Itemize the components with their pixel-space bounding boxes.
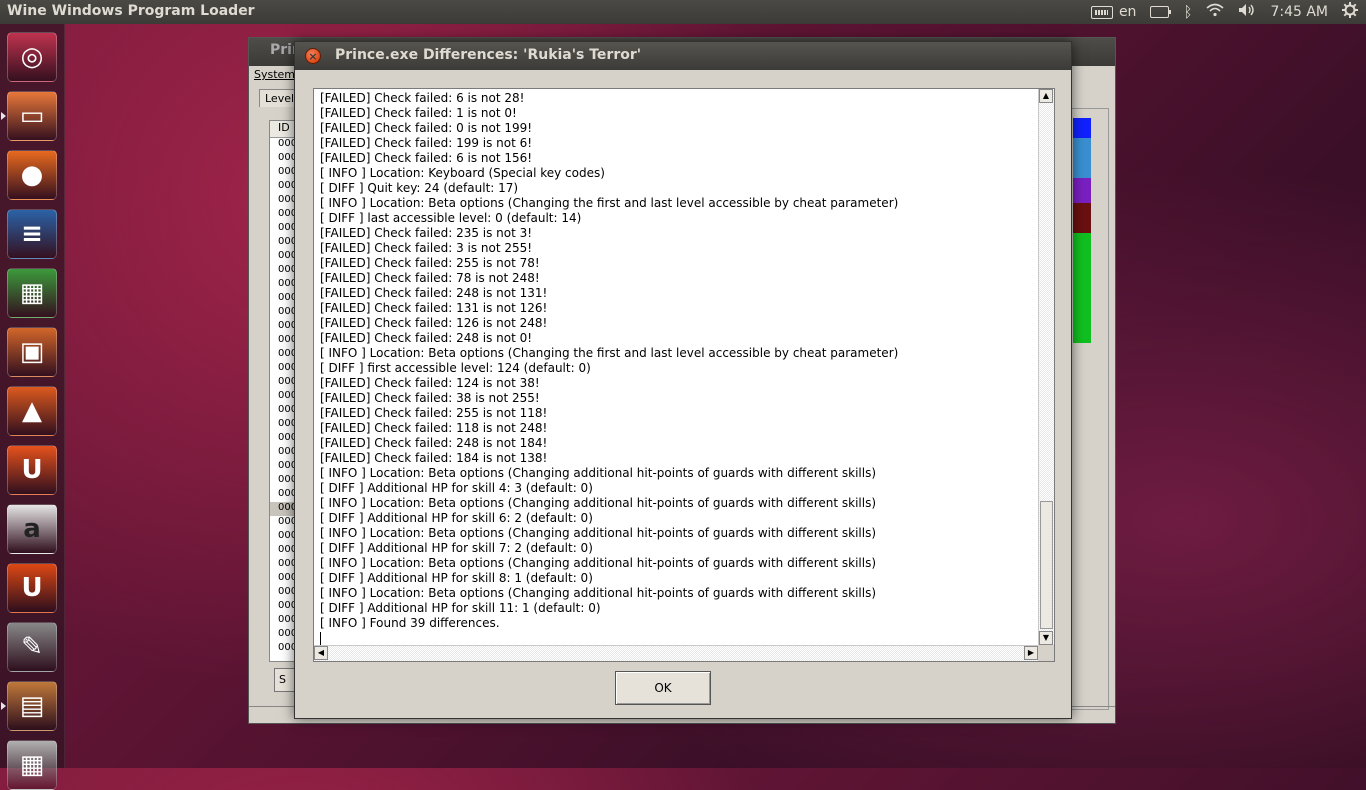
- launcher-item-system-settings[interactable]: ✎: [7, 622, 57, 672]
- music-icon: U: [21, 573, 43, 603]
- log-line: [FAILED] Check failed: 248 is not 131!: [320, 286, 548, 300]
- log-line: [ INFO ] Location: Beta options (Changin…: [320, 196, 899, 210]
- launcher-item-firefox[interactable]: ●: [7, 150, 57, 200]
- launcher-item-impress[interactable]: ▣: [7, 327, 57, 377]
- log-line: [FAILED] Check failed: 3 is not 255!: [320, 241, 533, 255]
- log-line: [FAILED] Check failed: 248 is not 184!: [320, 436, 548, 450]
- vertical-scroll-thumb[interactable]: [1040, 501, 1053, 629]
- log-line: [ INFO ] Location: Beta options (Changin…: [320, 466, 877, 480]
- clock[interactable]: 7:45 AM: [1270, 4, 1328, 20]
- gear-icon[interactable]: [1342, 2, 1358, 22]
- log-line: [ DIFF ] Quit key: 24 (default: 17): [320, 181, 519, 195]
- log-line: [ INFO ] Found 39 differences.: [320, 616, 500, 630]
- launcher-item-files[interactable]: ▭: [7, 91, 57, 141]
- launcher-item-dash-home[interactable]: ◎: [7, 32, 57, 82]
- log-line: [FAILED] Check failed: 248 is not 0!: [320, 331, 533, 345]
- log-line: [ DIFF ] Additional HP for skill 8: 1 (d…: [320, 571, 593, 585]
- launcher-item-workspaces[interactable]: ▦: [7, 740, 57, 790]
- log-line: [FAILED] Check failed: 6 is not 156!: [320, 151, 533, 165]
- ubuntu-logo-icon: ◎: [20, 42, 44, 72]
- log-line: [ INFO ] Location: Beta options (Changin…: [320, 496, 877, 510]
- log-line: [FAILED] Check failed: 255 is not 78!: [320, 256, 540, 270]
- workspace-icon: ▦: [19, 750, 45, 780]
- top-panel: Wine Windows Program Loader en ᛒ 7:45 AM: [0, 0, 1366, 24]
- wine-icon: ▤: [19, 691, 45, 721]
- log-text[interactable]: [FAILED] Check failed: 6 is not 28! [FAIL…: [320, 91, 1036, 645]
- log-line: [FAILED] Check failed: 124 is not 38!: [320, 376, 540, 390]
- settings-icon: ✎: [21, 632, 43, 662]
- shopping-bag-icon: ▲: [22, 396, 42, 426]
- system-tray: en ᛒ 7:45 AM: [1090, 0, 1358, 24]
- log-line: [FAILED] Check failed: 38 is not 255!: [320, 391, 540, 405]
- log-line: [FAILED] Check failed: 118 is not 248!: [320, 421, 548, 435]
- log-line: [FAILED] Check failed: 126 is not 248!: [320, 316, 548, 330]
- log-line: [FAILED] Check failed: 199 is not 6!: [320, 136, 533, 150]
- language-indicator[interactable]: en: [1119, 4, 1137, 20]
- firefox-icon: ●: [20, 160, 44, 190]
- log-line: [ DIFF ] Additional HP for skill 4: 3 (d…: [320, 481, 593, 495]
- vertical-scrollbar[interactable]: ▲ ▼: [1038, 89, 1054, 645]
- running-indicator-icon: [1, 702, 6, 710]
- launcher-item-writer[interactable]: ≡: [7, 209, 57, 259]
- log-line: [ DIFF ] Additional HP for skill 6: 2 (d…: [320, 511, 593, 525]
- dialog-title: Prince.exe Differences: 'Rukia's Terror': [335, 47, 642, 63]
- text-caret: [320, 632, 321, 645]
- launcher-item-amazon[interactable]: a: [7, 504, 57, 554]
- scroll-left-arrow-icon[interactable]: ◀: [314, 646, 328, 660]
- log-line: [FAILED] Check failed: 6 is not 28!: [320, 91, 525, 105]
- close-button[interactable]: ×: [305, 48, 321, 64]
- log-line: [ INFO ] Location: Beta options (Changin…: [320, 346, 899, 360]
- calc-icon: ▦: [19, 278, 45, 308]
- launcher-item-wine-program[interactable]: ▤: [7, 681, 57, 731]
- log-line: [ DIFF ] Additional HP for skill 11: 1 (…: [320, 601, 601, 615]
- differences-log[interactable]: [FAILED] Check failed: 6 is not 28! [FAIL…: [313, 88, 1055, 662]
- log-line: [FAILED] Check failed: 0 is not 199!: [320, 121, 533, 135]
- log-line: [ INFO ] Location: Beta options (Changin…: [320, 556, 877, 570]
- ok-button[interactable]: OK: [615, 671, 711, 705]
- log-line: [ DIFF ] first accessible level: 124 (de…: [320, 361, 591, 375]
- log-line: [ DIFF ] Additional HP for skill 7: 2 (d…: [320, 541, 593, 555]
- differences-dialog[interactable]: × Prince.exe Differences: 'Rukia's Terro…: [294, 41, 1072, 719]
- battery-icon[interactable]: [1150, 6, 1172, 18]
- log-line: [FAILED] Check failed: 78 is not 248!: [320, 271, 540, 285]
- bluetooth-icon[interactable]: ᛒ: [1183, 0, 1192, 24]
- log-line: [ DIFF ] last accessible level: 0 (defau…: [320, 211, 582, 225]
- launcher-item-ubuntu-one[interactable]: U: [7, 445, 57, 495]
- launcher: ◎ ▭ ● ≡ ▦ ▣ ▲ Ua U ✎ ▤ ▦: [0, 24, 65, 790]
- log-line: [ INFO ] Location: Beta options (Changin…: [320, 526, 877, 540]
- scroll-corner: [1038, 645, 1054, 661]
- log-line: [FAILED] Check failed: 255 is not 118!: [320, 406, 548, 420]
- log-line: [ INFO ] Location: Beta options (Changin…: [320, 586, 877, 600]
- scroll-up-arrow-icon[interactable]: ▲: [1039, 89, 1053, 103]
- color-strip: [1073, 118, 1091, 368]
- volume-icon[interactable]: [1238, 3, 1256, 21]
- wifi-icon[interactable]: [1206, 3, 1224, 21]
- dialog-titlebar[interactable]: × Prince.exe Differences: 'Rukia's Terro…: [295, 42, 1071, 70]
- menu-system[interactable]: System: [254, 68, 295, 81]
- launcher-item-calc[interactable]: ▦: [7, 268, 57, 318]
- log-line: [FAILED] Check failed: 235 is not 3!: [320, 226, 533, 240]
- folder-icon: ▭: [19, 101, 45, 131]
- ubuntu-one-icon: U: [21, 455, 43, 485]
- amazon-icon: a: [23, 514, 41, 544]
- scroll-down-arrow-icon[interactable]: ▼: [1039, 631, 1053, 645]
- log-line: [FAILED] Check failed: 1 is not 0!: [320, 106, 517, 120]
- impress-icon: ▣: [19, 337, 45, 367]
- app-title: Wine Windows Program Loader: [7, 3, 255, 19]
- running-indicator-icon: [1, 112, 6, 120]
- log-line: [FAILED] Check failed: 131 is not 126!: [320, 301, 548, 315]
- launcher-item-ubuntu-one-music[interactable]: U: [7, 563, 57, 613]
- scroll-right-arrow-icon[interactable]: ▶: [1024, 646, 1038, 660]
- keyboard-icon[interactable]: [1090, 5, 1113, 19]
- writer-icon: ≡: [21, 219, 43, 249]
- log-line: [FAILED] Check failed: 184 is not 138!: [320, 451, 548, 465]
- log-line: [ INFO ] Location: Keyboard (Special key…: [320, 166, 605, 180]
- horizontal-scrollbar[interactable]: ◀ ▶: [314, 645, 1038, 661]
- launcher-item-software-center[interactable]: ▲: [7, 386, 57, 436]
